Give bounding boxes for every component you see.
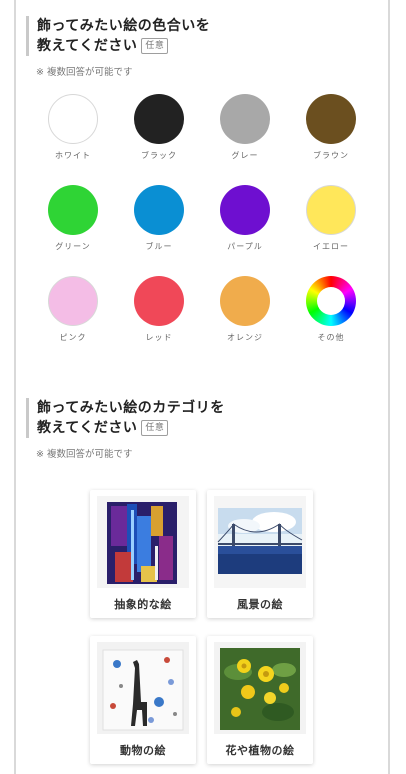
- question-title-line2: 教えてください 任意: [37, 36, 376, 56]
- question-color: 飾ってみたい絵の色合いを 教えてください 任意 ※ 複数回答が可能です: [26, 16, 376, 78]
- red-swatch: [134, 276, 184, 326]
- purple-swatch: [220, 185, 270, 235]
- yellow-flowers-painting-icon: [214, 642, 306, 734]
- color-option-brown[interactable]: ブラウン: [296, 94, 366, 161]
- color-option-purple[interactable]: パープル: [210, 185, 280, 252]
- category-label: 風景の絵: [237, 598, 283, 611]
- color-label: その他: [317, 333, 345, 342]
- category-card-landscape[interactable]: 風景の絵: [207, 490, 313, 618]
- question-title: 飾ってみたい絵のカテゴリを 教えてください 任意: [26, 398, 376, 438]
- brown-swatch: [306, 94, 356, 144]
- question-category: 飾ってみたい絵のカテゴリを 教えてください 任意 ※ 複数回答が可能です: [26, 398, 376, 460]
- category-label: 花や植物の絵: [225, 744, 295, 757]
- giraffe-painting-icon: [97, 642, 189, 734]
- color-label: グリーン: [55, 242, 91, 251]
- optional-badge: 任意: [141, 420, 169, 436]
- category-label: 動物の絵: [120, 744, 166, 757]
- question-title-line2-text: 教えてください: [37, 420, 138, 436]
- color-label: レッド: [145, 333, 173, 342]
- optional-badge: 任意: [141, 38, 169, 54]
- color-option-gray[interactable]: グレー: [210, 94, 280, 161]
- color-label: パープル: [227, 242, 263, 251]
- orange-swatch: [220, 276, 270, 326]
- category-card-animal[interactable]: 動物の絵: [90, 636, 196, 764]
- abstract-painting-icon: [97, 496, 189, 588]
- color-label: ブラック: [141, 151, 177, 160]
- color-option-orange[interactable]: オレンジ: [210, 276, 280, 343]
- category-card-plant[interactable]: 花や植物の絵: [207, 636, 313, 764]
- color-option-black[interactable]: ブラック: [124, 94, 194, 161]
- color-label: オレンジ: [227, 333, 263, 342]
- color-wheel-icon: [306, 276, 356, 326]
- blue-swatch: [134, 185, 184, 235]
- bridge-landscape-painting-icon: [214, 496, 306, 588]
- color-option-pink[interactable]: ピンク: [38, 276, 108, 343]
- question-title-line1: 飾ってみたい絵のカテゴリを: [37, 400, 225, 416]
- category-card-abstract[interactable]: 抽象的な絵: [90, 490, 196, 618]
- color-option-green[interactable]: グリーン: [38, 185, 108, 252]
- color-label: ホワイト: [55, 151, 91, 160]
- yellow-swatch: [306, 185, 356, 235]
- color-label: イエロー: [313, 242, 349, 251]
- gray-swatch: [220, 94, 270, 144]
- multi-select-note: ※ 複数回答が可能です: [36, 449, 133, 460]
- color-option-yellow[interactable]: イエロー: [296, 185, 366, 252]
- color-option-blue[interactable]: ブルー: [124, 185, 194, 252]
- color-option-red[interactable]: レッド: [124, 276, 194, 343]
- green-swatch: [48, 185, 98, 235]
- color-option-white[interactable]: ホワイト: [38, 94, 108, 161]
- color-label: グレー: [231, 151, 259, 160]
- black-swatch: [134, 94, 184, 144]
- category-label: 抽象的な絵: [114, 598, 172, 611]
- question-title: 飾ってみたい絵の色合いを 教えてください 任意: [26, 16, 376, 56]
- question-title-line2: 教えてください 任意: [37, 418, 376, 438]
- color-label: ブラウン: [313, 151, 349, 160]
- pink-swatch: [48, 276, 98, 326]
- white-swatch: [48, 94, 98, 144]
- color-label: ブルー: [145, 242, 173, 251]
- question-title-line1: 飾ってみたい絵の色合いを: [37, 18, 211, 34]
- question-title-line2-text: 教えてください: [37, 38, 138, 54]
- color-label: ピンク: [59, 333, 87, 342]
- multi-select-note: ※ 複数回答が可能です: [36, 67, 133, 78]
- color-option-other[interactable]: その他: [296, 276, 366, 343]
